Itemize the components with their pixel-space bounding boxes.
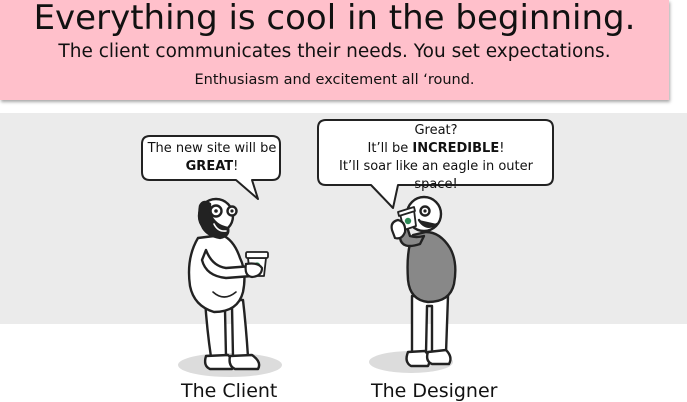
- client-speech-text: The new site will be GREAT!: [140, 140, 284, 176]
- client-caption: The Client: [181, 380, 278, 402]
- client-figure: [187, 197, 261, 371]
- client-speech-line-1: The new site will be: [147, 141, 277, 156]
- comic-illustration: [141, 119, 554, 377]
- designer-speech-text: Great? It’ll be INCREDIBLE! It’ll soar l…: [319, 122, 553, 194]
- designer-speech-end: !: [499, 141, 505, 156]
- designer-speech-bold: INCREDIBLE: [412, 141, 500, 156]
- client-speech-line-2: GREAT!: [140, 158, 284, 176]
- designer-caption: The Designer: [371, 380, 498, 402]
- designer-speech-pre: It’ll be: [367, 141, 413, 156]
- client-speech-bold: GREAT: [185, 159, 234, 174]
- designer-speech-line-3: It’ll soar like an eagle in outer space!: [339, 159, 533, 192]
- client-speech-end: !: [233, 159, 239, 174]
- designer-speech-line-2: It’ll be INCREDIBLE!: [319, 140, 553, 158]
- designer-speech-line-1: Great?: [414, 123, 458, 138]
